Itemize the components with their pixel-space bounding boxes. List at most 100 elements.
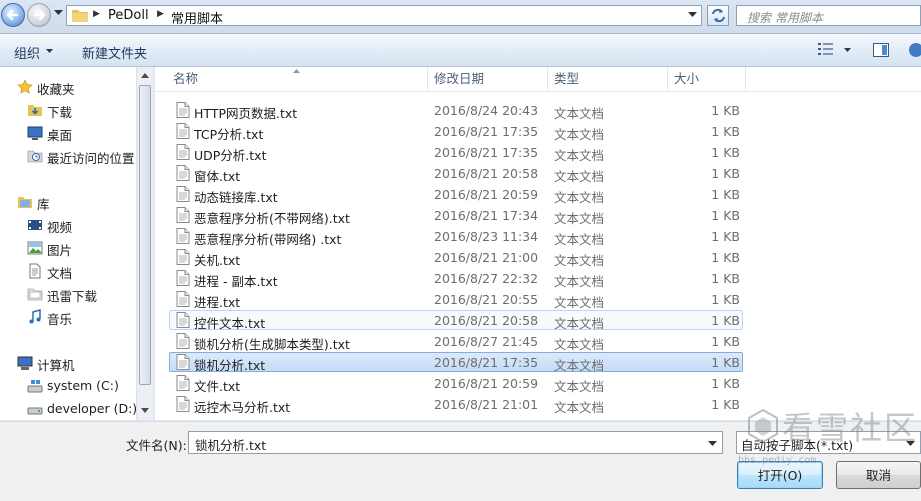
search-input[interactable]: 搜索 常用脚本 — [736, 5, 921, 26]
nav-item-label: 图片 — [47, 243, 73, 258]
column-divider[interactable] — [427, 67, 428, 91]
file-row[interactable]: UDP分析.txt 2016/8/21 17:35 文本文档 1 KB — [169, 142, 743, 163]
file-date: 2016/8/21 21:01 — [434, 397, 539, 412]
breadcrumb-separator-icon: ▶ — [157, 9, 164, 19]
chevron-down-icon[interactable] — [688, 12, 697, 18]
scrollbar-thumb[interactable] — [139, 85, 151, 385]
pictures-library-icon — [27, 241, 43, 255]
sort-ascending-icon — [293, 69, 300, 73]
file-size: 1 KB — [711, 376, 740, 391]
file-name: 关机.txt — [194, 253, 241, 268]
desktop-icon — [27, 126, 43, 140]
file-row[interactable]: 动态链接库.txt 2016/8/21 20:59 文本文档 1 KB — [169, 184, 743, 205]
nav-scrollbar[interactable] — [136, 67, 153, 420]
file-row[interactable]: 进程 - 副本.txt 2016/8/27 22:32 文本文档 1 KB — [169, 268, 743, 289]
address-bar: ▶ PeDoll ▶ 常用脚本 搜索 常用脚本 — [0, 0, 921, 34]
file-size: 1 KB — [711, 124, 740, 139]
file-date: 2016/8/21 17:35 — [434, 355, 539, 370]
file-type: 文本文档 — [554, 190, 605, 205]
file-row[interactable]: TCP分析.txt 2016/8/21 17:35 文本文档 1 KB — [169, 121, 743, 142]
command-toolbar: 组织 新建文件夹 — [0, 34, 921, 67]
drive-icon — [27, 407, 43, 415]
text-file-icon — [176, 228, 190, 244]
file-row[interactable]: HTTP网页数据.txt 2016/8/24 20:43 文本文档 1 KB — [169, 100, 743, 121]
chevron-down-icon[interactable] — [906, 441, 915, 447]
column-header-date[interactable]: 修改日期 — [434, 67, 484, 91]
chevron-down-icon[interactable] — [708, 441, 717, 447]
file-row[interactable]: 关机.txt 2016/8/21 21:00 文本文档 1 KB — [169, 247, 743, 268]
navigation-pane: 收藏夹 下载 桌面 最近访问的位置 库 视频 图片 文档 迅雷下载 音乐 计算机 — [0, 67, 153, 420]
cancel-button[interactable]: 取消 — [836, 461, 921, 489]
new-folder-button[interactable]: 新建文件夹 — [82, 43, 147, 62]
file-date: 2016/8/27 21:45 — [434, 334, 539, 349]
file-type: 文本文档 — [554, 379, 605, 394]
breadcrumb-item[interactable]: PeDoll — [108, 8, 149, 23]
view-options-icon[interactable] — [817, 42, 835, 56]
column-header-size[interactable]: 大小 — [674, 67, 699, 91]
back-button[interactable] — [1, 3, 25, 27]
file-type: 文本文档 — [554, 295, 605, 310]
text-file-icon — [176, 270, 190, 286]
file-row[interactable]: 恶意程序分析(不带网络).txt 2016/8/21 17:34 文本文档 1 KB — [169, 205, 743, 226]
column-divider[interactable] — [745, 67, 746, 91]
refresh-button[interactable] — [707, 5, 729, 26]
column-divider[interactable] — [667, 67, 668, 91]
file-date: 2016/8/23 11:34 — [434, 229, 539, 244]
refresh-icon — [712, 8, 725, 23]
help-button[interactable] — [907, 42, 921, 58]
download-folder-icon — [28, 105, 42, 116]
file-size: 1 KB — [711, 145, 740, 160]
nav-item-label: developer (D:) — [47, 401, 138, 416]
file-type: 文本文档 — [554, 337, 605, 352]
history-dropdown-icon[interactable] — [54, 10, 63, 16]
file-type: 文本文档 — [554, 274, 605, 289]
file-date: 2016/8/21 17:34 — [434, 208, 539, 223]
file-size: 1 KB — [711, 397, 740, 412]
file-row[interactable]: 远控木马分析.txt 2016/8/21 21:01 文本文档 1 KB — [169, 394, 743, 415]
chevron-down-icon[interactable] — [844, 48, 851, 52]
text-file-icon — [176, 144, 190, 160]
filename-value[interactable]: 锁机分析.txt — [195, 435, 266, 454]
file-row[interactable]: 锁机分析.txt 2016/8/21 17:35 文本文档 1 KB — [169, 352, 743, 373]
file-row[interactable]: 恶意程序分析(带网络) .txt 2016/8/23 11:34 文本文档 1 KB — [169, 226, 743, 247]
file-type: 文本文档 — [554, 232, 605, 247]
file-row[interactable]: 进程.txt 2016/8/21 20:55 文本文档 1 KB — [169, 289, 743, 310]
file-date: 2016/8/27 22:32 — [434, 271, 539, 286]
breadcrumb-separator-icon: ▶ — [93, 9, 100, 19]
file-row[interactable]: 控件文本.txt 2016/8/21 20:58 文本文档 1 KB — [169, 310, 743, 331]
file-row[interactable]: 窗体.txt 2016/8/21 20:58 文本文档 1 KB — [169, 163, 743, 184]
arrow-right-icon — [33, 9, 46, 21]
organize-button[interactable]: 组织 — [14, 43, 40, 62]
column-header-name[interactable]: 名称 — [173, 67, 198, 91]
file-size: 1 KB — [711, 229, 740, 244]
file-name: 窗体.txt — [194, 169, 241, 184]
documents-library-icon — [29, 263, 41, 279]
file-name: 恶意程序分析(带网络) .txt — [194, 232, 342, 247]
nav-item-label: 视频 — [47, 220, 73, 235]
file-name: 控件文本.txt — [194, 316, 266, 331]
preview-pane-icon[interactable] — [873, 43, 889, 57]
text-file-icon — [176, 396, 190, 412]
file-row[interactable]: 文件.txt 2016/8/21 20:59 文本文档 1 KB — [169, 373, 743, 394]
forward-button[interactable] — [27, 3, 51, 27]
filename-combobox[interactable]: 锁机分析.txt — [188, 431, 723, 454]
file-row[interactable]: 锁机分析(生成脚本类型).txt 2016/8/27 21:45 文本文档 1 KB — [169, 331, 743, 352]
system-drive-icon — [27, 380, 43, 393]
open-button[interactable]: 打开(O) — [737, 461, 823, 489]
breadcrumb-item[interactable]: 常用脚本 — [171, 8, 223, 27]
text-file-icon — [176, 375, 190, 391]
file-name: 锁机分析(生成脚本类型).txt — [194, 337, 350, 352]
scroll-up-icon[interactable] — [141, 73, 149, 78]
scroll-down-icon[interactable] — [141, 408, 149, 413]
column-divider[interactable] — [547, 67, 548, 91]
column-header-type[interactable]: 类型 — [554, 67, 579, 91]
folder-icon — [72, 10, 88, 22]
file-size: 1 KB — [711, 208, 740, 223]
file-type: 文本文档 — [554, 400, 605, 415]
filetype-value: 自动按子脚本(*.txt) — [741, 438, 854, 453]
filetype-select[interactable]: 自动按子脚本(*.txt) — [736, 431, 921, 454]
nav-item-label: 文档 — [47, 266, 73, 281]
file-dialog-footer: 文件名(N): 锁机分析.txt 自动按子脚本(*.txt) 打开(O) 取消 — [0, 421, 921, 501]
address-field[interactable]: ▶ PeDoll ▶ 常用脚本 — [66, 5, 702, 27]
file-type: 文本文档 — [554, 106, 605, 121]
